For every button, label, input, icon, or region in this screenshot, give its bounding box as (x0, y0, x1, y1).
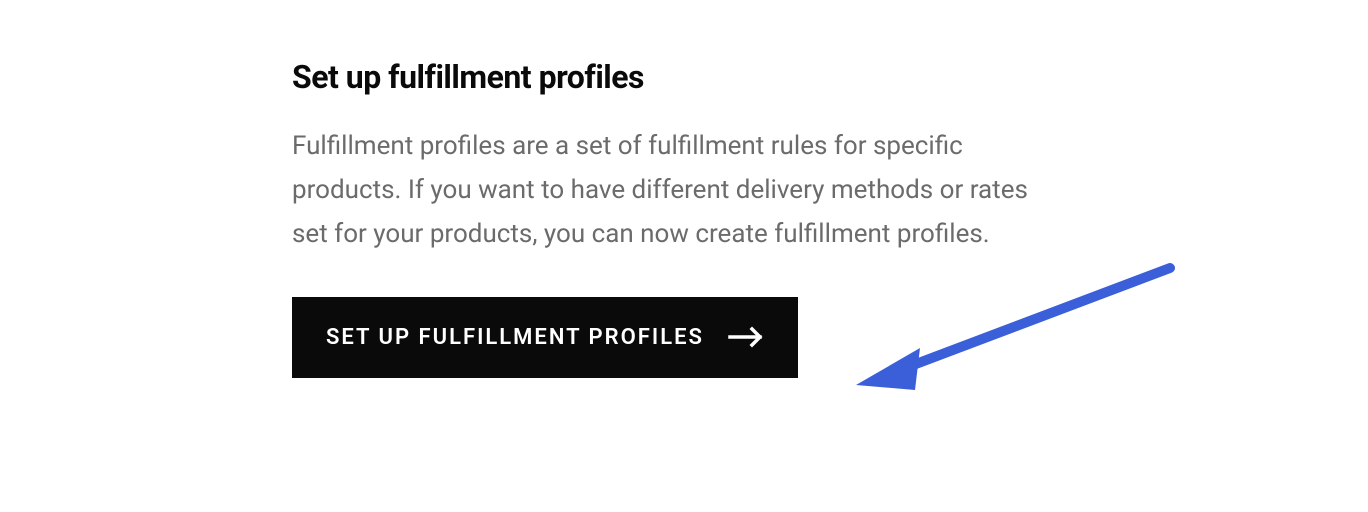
fulfillment-profiles-section: Set up fulfillment profiles Fulfillment … (292, 58, 1072, 378)
section-heading: Set up fulfillment profiles (292, 58, 1072, 96)
setup-fulfillment-profiles-button[interactable]: SET UP FULFILLMENT PROFILES (292, 297, 798, 378)
section-description: Fulfillment profiles are a set of fulfil… (292, 124, 1062, 257)
button-label: SET UP FULFILLMENT PROFILES (326, 325, 704, 350)
arrow-right-icon (728, 325, 764, 349)
